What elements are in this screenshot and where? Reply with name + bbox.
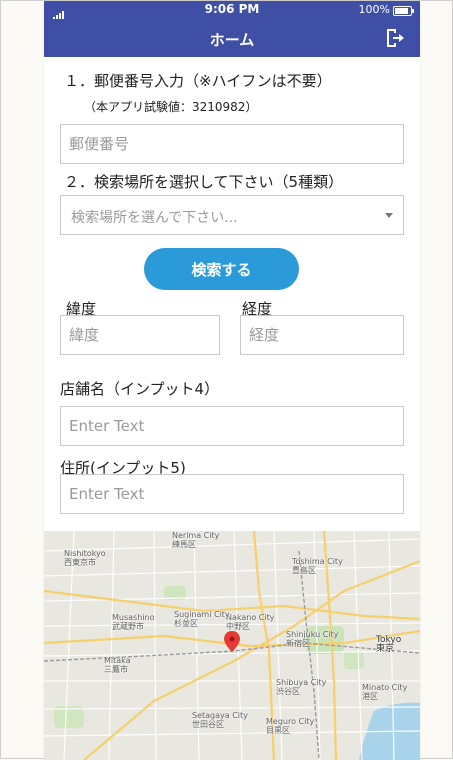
map-label: Setagaya City 世田谷区 — [192, 711, 248, 729]
map-label: Nakano City 中野区 — [226, 613, 275, 631]
postal-input[interactable] — [60, 124, 404, 164]
map-label: Musashino 武蔵野市 — [112, 613, 155, 631]
longitude-input[interactable] — [240, 315, 404, 355]
page-title: ホーム — [209, 31, 255, 49]
location-label: ２．検索場所を選択して下さい（5種類） — [64, 173, 344, 191]
battery-percent: 100% — [358, 3, 390, 16]
postal-label: １．郵便番号入力（※ハイフンは不要） — [64, 72, 332, 90]
location-select[interactable]: 検索場所を選んで下さい... — [60, 195, 404, 235]
map-label: Shibuya City 渋谷区 — [276, 678, 327, 696]
chevron-down-icon — [385, 213, 393, 218]
postal-note: （本アプリ試験値：3210982） — [84, 100, 258, 114]
latitude-input[interactable] — [60, 315, 220, 355]
map-label: Mitaka 三鷹市 — [104, 656, 131, 674]
map-label: Shinjuku City 新宿区 — [286, 630, 339, 648]
map-view[interactable]: Nerima City 練馬区 Nishitokyo 西東京市 Toshima Ci… — [44, 531, 420, 760]
address-input[interactable] — [60, 474, 404, 514]
battery-icon — [393, 6, 414, 16]
status-bar: 9:06 PM 100% — [44, 1, 420, 20]
store-name-label: 店舗名（インプット4） — [60, 380, 220, 398]
map-label: Nerima City 練馬区 — [172, 531, 220, 549]
map-label: Tokyo 東京 — [376, 635, 402, 654]
header-bar: ホーム — [44, 19, 420, 57]
map-label: Meguro City 目黒区 — [266, 717, 315, 735]
map-label: Minato City 港区 — [362, 683, 408, 701]
app-screen: 9:06 PM 100% ホーム １．郵便番号入力（※ハイフンは不要） （本アプ… — [44, 1, 420, 760]
map-label: Nishitokyo 西東京市 — [64, 549, 106, 567]
location-select-placeholder: 検索場所を選んで下さい... — [71, 210, 238, 226]
store-name-input[interactable] — [60, 406, 404, 446]
map-label: Suginami City 杉並区 — [174, 610, 230, 628]
map-label: Toshima City 豊島区 — [292, 557, 343, 575]
logout-icon[interactable] — [384, 27, 406, 49]
search-button[interactable]: 検索する — [144, 248, 299, 290]
